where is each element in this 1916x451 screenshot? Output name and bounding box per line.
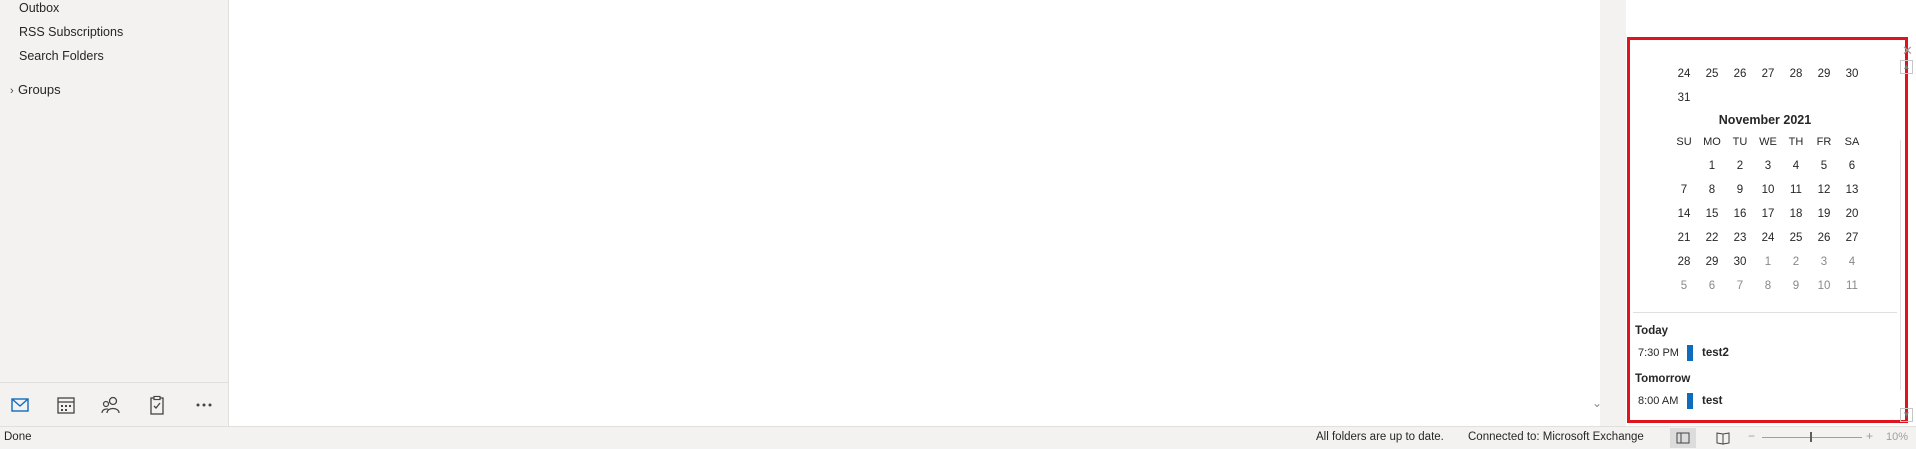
calendar-day[interactable]: 21 <box>1670 232 1698 244</box>
divider <box>1633 312 1897 313</box>
tasks-icon[interactable] <box>146 395 168 415</box>
calendar-day[interactable]: 5 <box>1810 160 1838 172</box>
weekday-label: MO <box>1703 136 1721 148</box>
groups-node[interactable]: › Groups <box>10 82 61 97</box>
pane-divider <box>1600 0 1626 426</box>
sync-status: All folders are up to date. <box>1316 431 1444 443</box>
people-icon[interactable] <box>100 395 122 415</box>
folder-search-folders[interactable]: Search Folders <box>19 49 104 63</box>
calendar-day[interactable]: 26 <box>1810 232 1838 244</box>
peek-scrollbar[interactable] <box>1900 140 1912 390</box>
calendar-icon[interactable] <box>55 395 77 415</box>
main-content-area <box>229 0 1600 426</box>
calendar-day[interactable]: 28 <box>1670 256 1698 268</box>
appointment-color-bar <box>1687 345 1693 361</box>
scroll-down-button[interactable]: ▼ <box>1900 408 1913 422</box>
calendar-day[interactable]: 23 <box>1726 232 1754 244</box>
mail-icon[interactable] <box>9 395 31 415</box>
calendar-day-next-month[interactable]: 5 <box>1670 280 1698 292</box>
appointment-title[interactable]: test2 <box>1702 347 1729 359</box>
normal-view-button[interactable] <box>1670 428 1696 448</box>
calendar-day[interactable]: 12 <box>1810 184 1838 196</box>
calendar-day[interactable]: 25 <box>1698 68 1726 80</box>
groups-label: Groups <box>18 82 61 97</box>
calendar-day[interactable]: 27 <box>1838 232 1866 244</box>
calendar-day[interactable]: 6 <box>1838 160 1866 172</box>
calendar-day[interactable]: 26 <box>1726 68 1754 80</box>
calendar-day[interactable]: 24 <box>1754 232 1782 244</box>
chevron-right-icon: › <box>10 85 14 97</box>
calendar-day-next-month[interactable]: 10 <box>1810 280 1838 292</box>
calendar-day[interactable]: 27 <box>1754 68 1782 80</box>
calendar-day[interactable]: 19 <box>1810 208 1838 220</box>
agenda-today-heading: Today <box>1635 325 1669 337</box>
calendar-day-next-month[interactable]: 3 <box>1810 256 1838 268</box>
connection-status: Connected to: Microsoft Exchange <box>1468 431 1644 443</box>
calendar-day-next-month[interactable]: 2 <box>1782 256 1810 268</box>
calendar-day-next-month[interactable]: 6 <box>1698 280 1726 292</box>
calendar-day[interactable]: 30 <box>1726 256 1754 268</box>
close-icon[interactable]: ✕ <box>1902 43 1913 59</box>
calendar-day[interactable]: 17 <box>1754 208 1782 220</box>
calendar-day[interactable]: 28 <box>1782 68 1810 80</box>
weekday-label: FR <box>1816 136 1832 148</box>
appointment-title[interactable]: test <box>1702 395 1722 407</box>
weekday-label: WE <box>1759 136 1777 148</box>
calendar-day[interactable]: 20 <box>1838 208 1866 220</box>
calendar-day-next-month[interactable]: 4 <box>1838 256 1866 268</box>
module-nav-bar <box>0 382 228 427</box>
calendar-day[interactable]: 11 <box>1782 184 1810 196</box>
scroll-up-button[interactable]: ▲ <box>1900 60 1913 74</box>
calendar-day[interactable]: 7 <box>1670 184 1698 196</box>
more-icon[interactable] <box>193 395 215 415</box>
calendar-day[interactable]: 29 <box>1698 256 1726 268</box>
calendar-day-next-month[interactable]: 11 <box>1838 280 1866 292</box>
calendar-day-next-month[interactable]: 7 <box>1726 280 1754 292</box>
reading-view-icon <box>1716 432 1730 445</box>
calendar-day[interactable]: 29 <box>1810 68 1838 80</box>
calendar-day-next-month[interactable]: 8 <box>1754 280 1782 292</box>
calendar-day[interactable]: 18 <box>1782 208 1810 220</box>
zoom-in-button[interactable]: + <box>1866 429 1873 443</box>
calendar-day-next-month[interactable]: 1 <box>1754 256 1782 268</box>
zoom-out-button[interactable]: − <box>1748 429 1755 443</box>
calendar-day[interactable]: 3 <box>1754 160 1782 172</box>
appointment-color-bar <box>1687 393 1693 409</box>
weekday-label: SA <box>1844 136 1860 148</box>
calendar-day[interactable]: 16 <box>1726 208 1754 220</box>
zoom-slider-thumb[interactable] <box>1810 432 1812 442</box>
calendar-day[interactable]: 15 <box>1698 208 1726 220</box>
status-text: Done <box>4 431 32 443</box>
calendar-day-next-month[interactable]: 9 <box>1782 280 1810 292</box>
zoom-level[interactable]: 10% <box>1886 431 1908 443</box>
folder-pane: Outbox RSS Subscriptions Search Folders … <box>0 0 229 427</box>
weekday-label: TH <box>1788 136 1804 148</box>
weekday-label: SU <box>1676 136 1692 148</box>
calendar-day[interactable]: 24 <box>1670 68 1698 80</box>
calendar-day[interactable]: 1 <box>1698 160 1726 172</box>
calendar-day[interactable]: 25 <box>1782 232 1810 244</box>
appointment-time: 8:00 AM <box>1638 395 1679 407</box>
calendar-day[interactable]: 14 <box>1670 208 1698 220</box>
month-title: November 2021 <box>1718 113 1812 127</box>
calendar-day[interactable]: 8 <box>1698 184 1726 196</box>
calendar-day[interactable]: 10 <box>1754 184 1782 196</box>
calendar-day[interactable]: 30 <box>1838 68 1866 80</box>
appointment-time: 7:30 PM <box>1638 347 1679 359</box>
calendar-day[interactable]: 13 <box>1838 184 1866 196</box>
zoom-slider[interactable] <box>1762 437 1862 438</box>
calendar-day[interactable]: 4 <box>1782 160 1810 172</box>
calendar-day[interactable]: 22 <box>1698 232 1726 244</box>
agenda-tomorrow-heading: Tomorrow <box>1635 373 1691 385</box>
folder-rss-subscriptions[interactable]: RSS Subscriptions <box>19 25 123 39</box>
folder-outbox[interactable]: Outbox <box>19 1 59 15</box>
weekday-label: TU <box>1732 136 1748 148</box>
calendar-day[interactable]: 2 <box>1726 160 1754 172</box>
calendar-day[interactable]: 31 <box>1670 92 1698 104</box>
normal-view-icon <box>1676 432 1690 444</box>
calendar-day[interactable]: 9 <box>1726 184 1754 196</box>
reading-view-button[interactable] <box>1710 428 1736 448</box>
status-bar: Done All folders are up to date. Connect… <box>0 426 1916 449</box>
